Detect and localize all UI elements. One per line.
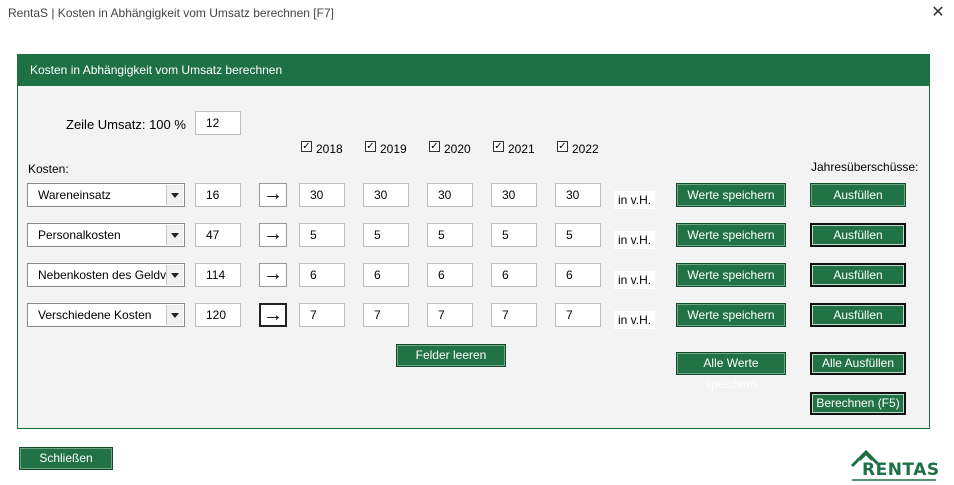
fill-button[interactable]: Ausfüllen <box>810 263 906 287</box>
apply-arrow-button[interactable]: → <box>259 183 287 207</box>
apply-arrow-button[interactable]: → <box>259 223 287 247</box>
percent-input-2018[interactable]: 30 <box>299 183 345 207</box>
checkbox-checked-icon[interactable]: ✓ <box>301 141 312 152</box>
percent-input-2022[interactable]: 7 <box>555 303 601 327</box>
close-icon[interactable]: ✕ <box>931 4 944 21</box>
year-checkbox-2022[interactable]: ✓ 2022 <box>557 140 601 156</box>
percent-input-2021[interactable]: 6 <box>491 263 537 287</box>
unit-label: in v.H. <box>614 231 656 249</box>
fill-all-button[interactable]: Alle Ausfüllen <box>810 352 906 375</box>
checkbox-checked-icon[interactable]: ✓ <box>365 141 376 152</box>
percent-input-2018[interactable]: 7 <box>299 303 345 327</box>
year-checkbox-2019[interactable]: ✓ 2019 <box>365 140 409 156</box>
percent-input-2020[interactable]: 5 <box>427 223 473 247</box>
panel-header-title: Kosten in Abhängigkeit vom Umsatz berech… <box>30 63 283 77</box>
checkbox-checked-icon[interactable]: ✓ <box>557 141 568 152</box>
percent-input-2021[interactable]: 7 <box>491 303 537 327</box>
save-values-button[interactable]: Werte speichern <box>676 183 786 207</box>
fill-button[interactable]: Ausfüllen <box>810 303 906 327</box>
chevron-down-icon[interactable] <box>166 185 183 205</box>
fill-button[interactable]: Ausfüllen <box>810 183 906 207</box>
percent-input-2022[interactable]: 30 <box>555 183 601 207</box>
revenue-line-label: Zeile Umsatz: 100 % <box>66 117 186 132</box>
clear-fields-button[interactable]: Felder leeren <box>396 344 506 367</box>
percent-input-2019[interactable]: 30 <box>363 183 409 207</box>
unit-label: in v.H. <box>614 271 656 289</box>
arrow-right-icon[interactable]: → <box>263 183 283 205</box>
year-checkbox-2018[interactable]: ✓ 2018 <box>301 140 345 156</box>
annual-surplus-label: Jahresüberschüsse: <box>811 160 919 174</box>
cost-line-input[interactable]: 16 <box>195 183 241 207</box>
cost-line-input[interactable]: 114 <box>195 263 241 287</box>
chevron-down-icon[interactable] <box>166 305 183 325</box>
arrow-right-icon[interactable]: → <box>263 263 283 285</box>
calculate-button[interactable]: Berechnen (F5) <box>810 392 906 415</box>
apply-arrow-button[interactable]: → <box>259 263 287 287</box>
checkbox-checked-icon[interactable]: ✓ <box>429 141 440 152</box>
rentas-logo: RENTAS <box>848 444 940 482</box>
percent-input-2020[interactable]: 30 <box>427 183 473 207</box>
percent-input-2019[interactable]: 6 <box>363 263 409 287</box>
percent-input-2019[interactable]: 7 <box>363 303 409 327</box>
panel-header: Kosten in Abhängigkeit vom Umsatz berech… <box>18 55 929 86</box>
percent-input-2021[interactable]: 5 <box>491 223 537 247</box>
logo-text: RENTAS <box>862 460 940 480</box>
save-values-button[interactable]: Werte speichern <box>676 303 786 327</box>
close-window-button[interactable]: ✕ <box>928 2 948 24</box>
checkbox-checked-icon[interactable]: ✓ <box>493 141 504 152</box>
percent-input-2022[interactable]: 5 <box>555 223 601 247</box>
chevron-down-icon[interactable] <box>166 265 183 285</box>
percent-input-2018[interactable]: 5 <box>299 223 345 247</box>
year-checkbox-2020[interactable]: ✓ 2020 <box>429 140 473 156</box>
percent-input-2020[interactable]: 7 <box>427 303 473 327</box>
fill-button[interactable]: Ausfüllen <box>810 223 906 247</box>
revenue-line-input[interactable]: 12 <box>195 111 241 135</box>
cost-category-select[interactable]: Nebenkosten des Geldverkehrs <box>27 263 185 287</box>
unit-label: in v.H. <box>614 311 656 329</box>
percent-input-2019[interactable]: 5 <box>363 223 409 247</box>
apply-arrow-button[interactable]: → <box>259 303 287 327</box>
cost-category-select[interactable]: Wareneinsatz <box>27 183 185 207</box>
save-values-button[interactable]: Werte speichern <box>676 223 786 247</box>
year-checkbox-2021[interactable]: ✓ 2021 <box>493 140 537 156</box>
arrow-right-icon[interactable]: → <box>263 223 283 245</box>
costs-label: Kosten: <box>28 162 69 176</box>
close-button[interactable]: Schließen <box>19 447 113 470</box>
chevron-down-icon[interactable] <box>166 225 183 245</box>
percent-input-2021[interactable]: 30 <box>491 183 537 207</box>
cost-category-select[interactable]: Personalkosten <box>27 223 185 247</box>
arrow-right-icon[interactable]: → <box>263 304 283 326</box>
save-values-button[interactable]: Werte speichern <box>676 263 786 287</box>
save-all-values-button[interactable]: Alle Werte speichern <box>676 352 786 391</box>
percent-input-2018[interactable]: 6 <box>299 263 345 287</box>
percent-input-2020[interactable]: 6 <box>427 263 473 287</box>
cost-line-input[interactable]: 120 <box>195 303 241 327</box>
window-title: RentaS | Kosten in Abhängigkeit vom Umsa… <box>8 6 334 20</box>
cost-line-input[interactable]: 47 <box>195 223 241 247</box>
cost-category-select[interactable]: Verschiedene Kosten <box>27 303 185 327</box>
percent-input-2022[interactable]: 6 <box>555 263 601 287</box>
unit-label: in v.H. <box>614 191 656 209</box>
